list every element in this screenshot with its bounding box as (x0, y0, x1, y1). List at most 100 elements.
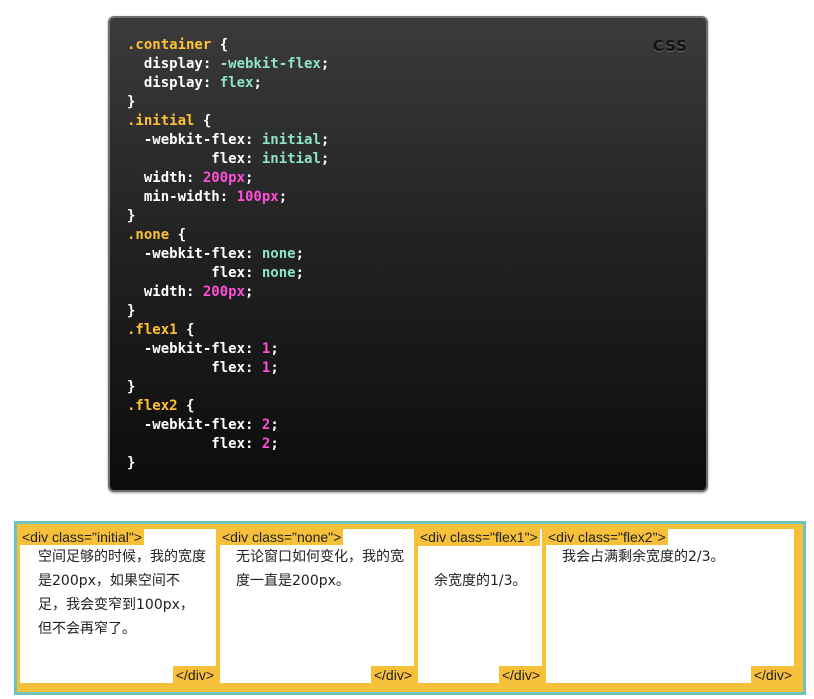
code-token: : (245, 132, 262, 148)
code-token: ; (270, 341, 279, 357)
code-token: ; (320, 151, 330, 167)
close-tag-label: </div> (370, 666, 414, 683)
code-line: display: flex; (127, 74, 329, 93)
code-token: : (245, 417, 262, 433)
open-tag-label: <div class="flex2"> (546, 529, 668, 545)
code-token: -webkit-flex (219, 56, 321, 72)
code-token: ; (270, 417, 279, 433)
code-token: : (245, 151, 262, 167)
language-badge: CSS (652, 37, 688, 55)
close-tag-label: </div> (498, 666, 542, 683)
close-tag-label: </div> (172, 666, 216, 683)
code-line: .initial { (127, 112, 329, 131)
flex-item-initial: <div class="initial"> 空间足够的时候，我的宽度是200px… (20, 529, 216, 683)
code-token: : (245, 360, 262, 376)
code-token: -webkit-flex (127, 417, 246, 433)
code-token: : (186, 170, 203, 186)
code-token: initial (261, 132, 321, 148)
code-line: } (127, 378, 329, 397)
code-token: } (127, 303, 136, 319)
code-token: 100px (236, 189, 279, 205)
code-line: } (127, 454, 329, 473)
css-code-block: .container { display: -webkit-flex; disp… (127, 36, 329, 473)
code-line: flex: 2; (127, 435, 329, 454)
code-token: : (245, 436, 262, 452)
open-tag-label: <div class="flex1"> (418, 529, 540, 546)
code-token: display (127, 56, 203, 72)
code-token: -webkit-flex (127, 246, 246, 262)
code-token: display (127, 75, 203, 91)
code-token: .container (127, 37, 212, 53)
css-code-panel: CSS .container { display: -webkit-flex; … (108, 16, 708, 492)
code-token: -webkit-flex (127, 132, 246, 148)
code-token: : (245, 341, 262, 357)
code-line: flex: 1; (127, 359, 329, 378)
code-token: } (127, 208, 136, 224)
item-description: 空间足够的时候，我的宽度是200px，如果空间不足，我会变窄到100px，但不会… (38, 549, 206, 637)
code-token: width (127, 284, 187, 300)
item-description: 我会占满剩余宽度的2/3。 (562, 549, 725, 565)
code-token: .none (127, 227, 170, 243)
code-token: ; (270, 360, 279, 376)
code-token: ; (253, 75, 262, 91)
code-token: initial (261, 151, 321, 167)
open-tag-label: <div class="initial"> (20, 529, 145, 545)
code-token: { (194, 113, 212, 129)
code-line: .container { (127, 36, 329, 55)
code-line: display: -webkit-flex; (127, 55, 329, 74)
code-token: ; (295, 265, 305, 281)
code-token: 200px (202, 284, 246, 300)
code-line: min-width: 100px; (127, 188, 329, 207)
flex-item-none: <div class="none"> 无论窗口如何变化，我的宽度一直是200px… (220, 529, 414, 683)
code-token: flex (127, 436, 246, 452)
code-token: none (261, 265, 296, 281)
code-token: ; (320, 56, 330, 72)
code-token: { (211, 37, 229, 53)
code-token: } (127, 94, 136, 110)
code-line: } (127, 302, 329, 321)
code-line: flex: none; (127, 264, 329, 283)
code-line: .flex2 { (127, 397, 329, 416)
code-token: width (127, 170, 187, 186)
code-token: -webkit-flex (127, 341, 246, 357)
code-token: { (177, 322, 195, 338)
code-token: { (169, 227, 187, 243)
code-token: ; (270, 436, 279, 452)
code-token: : (202, 56, 220, 72)
code-token: : (202, 75, 220, 91)
code-token: ; (320, 132, 330, 148)
flex-item-flex1: <div class="flex1"> 余宽度的1/3。 </div> (418, 529, 542, 683)
code-token: 200px (202, 170, 246, 186)
open-tag-label: <div class="none"> (220, 529, 344, 545)
code-line: .flex1 { (127, 321, 329, 340)
code-token: ; (278, 189, 288, 205)
flex-demo-container: <div class="initial"> 空间足够的时候，我的宽度是200px… (14, 521, 806, 695)
item-description: 无论窗口如何变化，我的宽度一直是200px。 (236, 549, 404, 589)
code-token: none (261, 246, 296, 262)
code-line: -webkit-flex: 1; (127, 340, 329, 359)
code-token: .initial (127, 113, 195, 129)
code-line: -webkit-flex: none; (127, 245, 329, 264)
flex-item-flex2: <div class="flex2"> 我会占满剩余宽度的2/3。 </div> (546, 529, 794, 683)
code-token: { (177, 398, 195, 414)
code-token: ; (245, 284, 254, 300)
item-description: 余宽度的1/3。 (434, 573, 527, 589)
close-tag-label: </div> (750, 666, 794, 683)
code-line: -webkit-flex: initial; (127, 131, 329, 150)
code-token: flex (127, 360, 246, 376)
code-line: } (127, 93, 329, 112)
code-token: .flex2 (127, 398, 178, 414)
code-token: ; (295, 246, 305, 262)
code-token: : (245, 246, 262, 262)
code-line: -webkit-flex: 2; (127, 416, 329, 435)
code-token: flex (127, 265, 246, 281)
code-token: flex (127, 151, 246, 167)
code-line: width: 200px; (127, 169, 329, 188)
code-line: .none { (127, 226, 329, 245)
code-token: } (127, 455, 136, 471)
code-token: } (127, 379, 136, 395)
code-line: } (127, 207, 329, 226)
code-line: width: 200px; (127, 283, 329, 302)
code-token: flex (219, 75, 254, 91)
code-token: : (219, 189, 237, 205)
